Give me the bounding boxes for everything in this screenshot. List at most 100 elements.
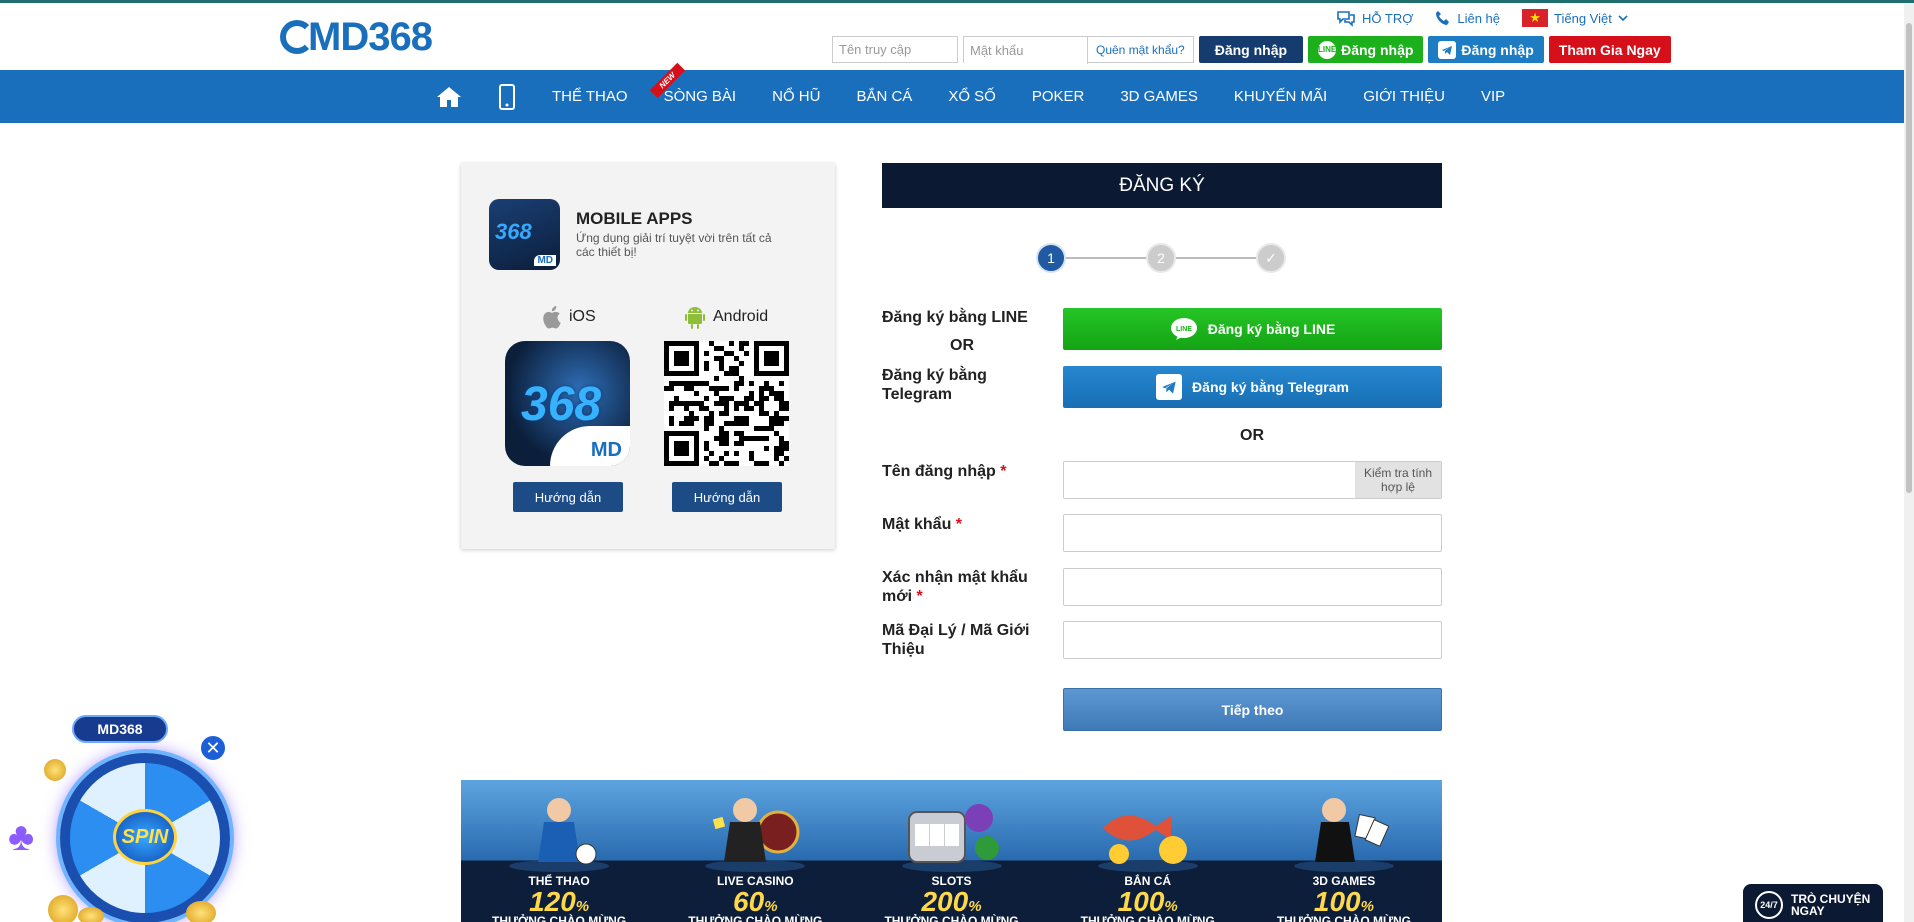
android-qr-code[interactable] (664, 341, 789, 466)
site-header: MD368 HỖ TRỢ Liên hệ ★ Tiếng Việt Tên tr… (0, 3, 1914, 67)
nav-home[interactable] (418, 70, 480, 123)
confirm-password-field[interactable] (1063, 568, 1442, 606)
coin-decoration (48, 895, 78, 922)
line-login-button[interactable]: LINE Đăng nhập (1308, 36, 1424, 63)
contact-label: Liên hệ (1457, 10, 1501, 26)
scrollbar-thumb[interactable] (1906, 23, 1912, 493)
register-telegram-button[interactable]: Đăng ký bằng Telegram (1063, 366, 1442, 408)
register-line-button[interactable]: LINE Đăng ký bằng LINE (1063, 308, 1442, 350)
close-icon[interactable]: ✕ (198, 733, 228, 763)
ios-app-brand: MD (550, 426, 630, 466)
live-chat-button[interactable]: 24/7 TRÒ CHUYỆN NGAY (1743, 884, 1883, 922)
3d-games-promo-art (1293, 798, 1394, 872)
password-field[interactable] (1063, 514, 1442, 552)
login-bar: Tên truy cập Mật khẩu Quên mật khẩu? Đăn… (832, 36, 1671, 64)
logo[interactable]: MD368 (280, 15, 433, 59)
telegram-login-label: Đăng nhập (1461, 41, 1534, 58)
telegram-register-label-line1: Đăng ký bằng (882, 367, 987, 384)
app-thumbnail-number: 368 (495, 219, 532, 244)
confirm-password-label: Xác nhận mật khẩu mới * (882, 568, 1028, 606)
telegram-register-label: Đăng ký bằng Telegram (882, 366, 987, 404)
username-field[interactable]: Kiểm tra tính hợp lệ (1063, 461, 1442, 499)
phone-icon (1436, 11, 1450, 25)
join-now-button[interactable]: Tham Gia Ngay (1548, 36, 1671, 63)
username-label-text: Tên đăng nhập (882, 463, 996, 480)
promo-item[interactable]: THỂ THAO 120% THƯỞNG CHÀO MỪNG (461, 780, 657, 922)
line-logo-icon: LINE (1170, 318, 1197, 340)
telegram-icon (1438, 40, 1457, 59)
password-label-text: Mật khẩu (882, 516, 952, 533)
coin-decoration (186, 901, 216, 922)
join-label: Tham Gia Ngay (1558, 41, 1661, 58)
telegram-login-button[interactable]: Đăng nhập (1428, 36, 1544, 63)
nav-item-slots[interactable]: NỔ HŨ (754, 70, 838, 123)
nav-item-3d-games[interactable]: 3D GAMES (1102, 70, 1216, 123)
contact-link[interactable]: Liên hệ (1435, 10, 1500, 26)
ios-app-number: 368 (521, 378, 602, 431)
next-button[interactable]: Tiếp theo (1063, 688, 1442, 731)
promo-item[interactable]: LIVE CASINO 60% THƯỞNG CHÀO MỪNG (657, 780, 853, 922)
language-label: Tiếng Việt (1554, 10, 1612, 26)
chat-label-line1: TRÒ CHUYỆN (1791, 891, 1871, 906)
nav-mobile[interactable] (480, 70, 534, 123)
android-guide-button[interactable]: Hướng dẫn (672, 482, 782, 512)
svg-text:LINE: LINE (1176, 326, 1192, 333)
language-select[interactable]: ★ Tiếng Việt (1522, 9, 1628, 27)
nav-item-poker[interactable]: POKER (1014, 70, 1103, 123)
nav-item-promotions[interactable]: KHUYẾN MÃI (1216, 70, 1345, 123)
apps-subtitle: Ứng dụng giải trí tuyệt vời trên tất cả … (576, 231, 772, 259)
ios-app-image[interactable]: 368 MD (505, 341, 630, 466)
nav-item-fishing[interactable]: BẮN CÁ (838, 70, 930, 123)
required-mark: * (1000, 463, 1007, 480)
club-decoration-icon: ♣ (8, 815, 35, 859)
agent-code-label-line1: Mã Đại Lý / Mã Giới (882, 622, 1030, 639)
mobile-apps-panel: 368 MD MOBILE APPS Ứng dụng giải trí tuy… (461, 163, 835, 549)
apple-icon (543, 306, 561, 329)
android-icon (685, 307, 705, 329)
nav-item-vip[interactable]: VIP (1463, 70, 1523, 123)
step-2: 2 (1146, 243, 1176, 273)
qr-code-graphic (664, 341, 789, 466)
line-login-label: Đăng nhập (1341, 41, 1414, 58)
agent-code-label: Mã Đại Lý / Mã Giới Thiệu (882, 621, 1029, 659)
chevron-down-icon (1618, 15, 1628, 22)
forgot-password-link[interactable]: Quên mật khẩu? (1088, 37, 1193, 62)
spin-logo: MD368 (72, 715, 168, 743)
promo-item[interactable]: BẮN CÁ 100% THƯỞNG CHÀO MỪNG (1050, 780, 1246, 922)
page-scrollbar[interactable] (1904, 3, 1914, 922)
home-icon (437, 86, 461, 107)
apps-title: MOBILE APPS (576, 209, 693, 228)
support-label: HỖ TRỢ (1362, 10, 1414, 26)
spin-button[interactable]: SPIN (113, 809, 177, 865)
register-steps: 1 2 ✓ (1036, 243, 1286, 273)
nav-item-lottery[interactable]: XỔ SỐ (930, 70, 1014, 123)
ios-guide-button[interactable]: Hướng dẫn (513, 482, 623, 512)
promo-banner[interactable]: THỂ THAO 120% THƯỞNG CHÀO MỪNG LIVE CASI… (461, 780, 1442, 922)
agent-code-label-line2: Thiệu (882, 641, 925, 658)
app-thumbnail-brand: MD (534, 255, 556, 266)
main-nav: THỂ THAO NEW SÒNG BÀI NỔ HŨ BẮN CÁ XỔ SỐ… (0, 62, 1904, 123)
password-label: Mật khẩu * (882, 515, 962, 534)
promo-item[interactable]: SLOTS 200% THƯỞNG CHÀO MỪNG (853, 780, 1049, 922)
login-button[interactable]: Đăng nhập (1198, 36, 1304, 63)
headset-icon: 24/7 (1755, 890, 1783, 919)
username-input[interactable]: Tên truy cập (832, 36, 958, 63)
password-input[interactable]: Mật khẩu (964, 37, 1088, 64)
agent-code-field[interactable] (1063, 621, 1442, 659)
check-username-button[interactable]: Kiểm tra tính hợp lệ (1355, 462, 1441, 498)
nav-item-about[interactable]: GIỚI THIỆU (1345, 70, 1463, 123)
promo-item[interactable]: 3D GAMES 100% THƯỞNG CHÀO MỪNG (1246, 780, 1442, 922)
step-1: 1 (1036, 243, 1066, 273)
support-link[interactable]: HỖ TRỢ (1336, 9, 1413, 27)
confirm-password-label-line2: mới (882, 588, 913, 605)
ios-label-group: iOS (541, 305, 596, 329)
step-connector (1066, 257, 1146, 259)
vietnam-flag-icon: ★ (1522, 9, 1549, 27)
step-done: ✓ (1256, 243, 1286, 273)
spin-widget[interactable]: ♣ ♠ SPIN MD368 ✕ (8, 715, 248, 922)
telegram-register-label-line2: Telegram (882, 386, 952, 403)
nav-item-sports[interactable]: THỂ THAO (534, 70, 646, 123)
register-header: ĐĂNG KÝ (882, 163, 1442, 208)
nav-item-casino[interactable]: NEW SÒNG BÀI (646, 62, 755, 123)
coin-decoration (44, 759, 66, 781)
